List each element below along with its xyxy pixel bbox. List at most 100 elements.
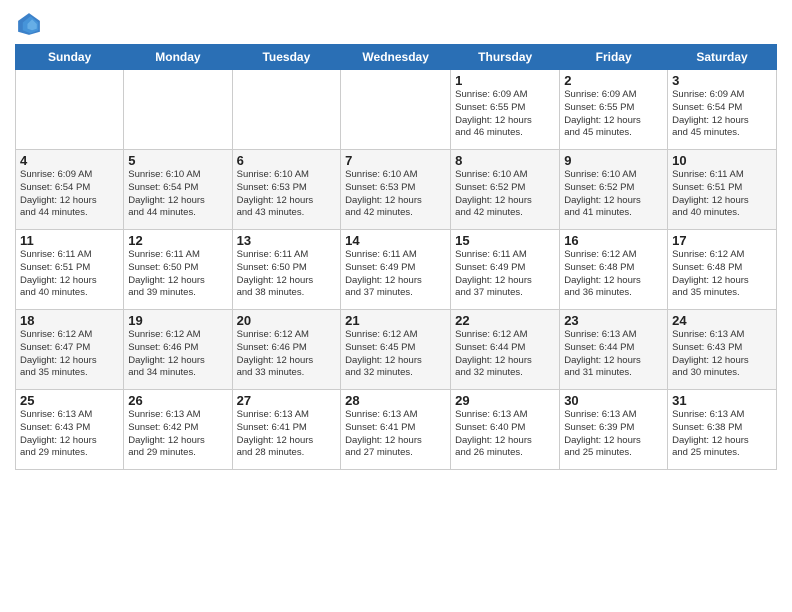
day-cell: 6Sunrise: 6:10 AM Sunset: 6:53 PM Daylig… (232, 150, 341, 230)
day-info: Sunrise: 6:11 AM Sunset: 6:50 PM Dayligh… (128, 249, 227, 300)
day-number: 10 (672, 153, 772, 168)
day-number: 7 (345, 153, 446, 168)
day-number: 27 (237, 393, 337, 408)
col-header-saturday: Saturday (668, 45, 777, 70)
header (15, 10, 777, 38)
day-cell (232, 70, 341, 150)
week-row-2: 4Sunrise: 6:09 AM Sunset: 6:54 PM Daylig… (16, 150, 777, 230)
day-info: Sunrise: 6:12 AM Sunset: 6:48 PM Dayligh… (672, 249, 772, 300)
day-cell: 31Sunrise: 6:13 AM Sunset: 6:38 PM Dayli… (668, 390, 777, 470)
day-info: Sunrise: 6:10 AM Sunset: 6:54 PM Dayligh… (128, 169, 227, 220)
day-cell: 19Sunrise: 6:12 AM Sunset: 6:46 PM Dayli… (124, 310, 232, 390)
day-cell: 7Sunrise: 6:10 AM Sunset: 6:53 PM Daylig… (341, 150, 451, 230)
day-cell: 4Sunrise: 6:09 AM Sunset: 6:54 PM Daylig… (16, 150, 124, 230)
day-number: 21 (345, 313, 446, 328)
col-header-friday: Friday (560, 45, 668, 70)
col-header-tuesday: Tuesday (232, 45, 341, 70)
week-row-1: 1Sunrise: 6:09 AM Sunset: 6:55 PM Daylig… (16, 70, 777, 150)
day-number: 28 (345, 393, 446, 408)
col-header-thursday: Thursday (451, 45, 560, 70)
day-cell: 9Sunrise: 6:10 AM Sunset: 6:52 PM Daylig… (560, 150, 668, 230)
day-cell: 3Sunrise: 6:09 AM Sunset: 6:54 PM Daylig… (668, 70, 777, 150)
day-info: Sunrise: 6:09 AM Sunset: 6:54 PM Dayligh… (20, 169, 119, 220)
day-cell: 18Sunrise: 6:12 AM Sunset: 6:47 PM Dayli… (16, 310, 124, 390)
day-info: Sunrise: 6:13 AM Sunset: 6:41 PM Dayligh… (345, 409, 446, 460)
day-info: Sunrise: 6:11 AM Sunset: 6:51 PM Dayligh… (672, 169, 772, 220)
day-number: 5 (128, 153, 227, 168)
day-cell: 28Sunrise: 6:13 AM Sunset: 6:41 PM Dayli… (341, 390, 451, 470)
day-number: 8 (455, 153, 555, 168)
day-number: 3 (672, 73, 772, 88)
day-info: Sunrise: 6:09 AM Sunset: 6:55 PM Dayligh… (455, 89, 555, 140)
day-cell: 23Sunrise: 6:13 AM Sunset: 6:44 PM Dayli… (560, 310, 668, 390)
day-number: 2 (564, 73, 663, 88)
day-number: 30 (564, 393, 663, 408)
day-number: 23 (564, 313, 663, 328)
week-row-5: 25Sunrise: 6:13 AM Sunset: 6:43 PM Dayli… (16, 390, 777, 470)
day-info: Sunrise: 6:12 AM Sunset: 6:45 PM Dayligh… (345, 329, 446, 380)
day-cell: 13Sunrise: 6:11 AM Sunset: 6:50 PM Dayli… (232, 230, 341, 310)
day-number: 19 (128, 313, 227, 328)
day-cell: 15Sunrise: 6:11 AM Sunset: 6:49 PM Dayli… (451, 230, 560, 310)
day-info: Sunrise: 6:09 AM Sunset: 6:55 PM Dayligh… (564, 89, 663, 140)
day-number: 31 (672, 393, 772, 408)
col-header-sunday: Sunday (16, 45, 124, 70)
day-cell: 14Sunrise: 6:11 AM Sunset: 6:49 PM Dayli… (341, 230, 451, 310)
day-info: Sunrise: 6:12 AM Sunset: 6:46 PM Dayligh… (128, 329, 227, 380)
day-info: Sunrise: 6:10 AM Sunset: 6:53 PM Dayligh… (237, 169, 337, 220)
day-info: Sunrise: 6:13 AM Sunset: 6:44 PM Dayligh… (564, 329, 663, 380)
day-cell: 22Sunrise: 6:12 AM Sunset: 6:44 PM Dayli… (451, 310, 560, 390)
page: SundayMondayTuesdayWednesdayThursdayFrid… (0, 0, 792, 612)
day-number: 12 (128, 233, 227, 248)
day-cell (341, 70, 451, 150)
day-cell: 1Sunrise: 6:09 AM Sunset: 6:55 PM Daylig… (451, 70, 560, 150)
day-number: 25 (20, 393, 119, 408)
logo (15, 10, 47, 38)
day-number: 13 (237, 233, 337, 248)
col-header-wednesday: Wednesday (341, 45, 451, 70)
day-info: Sunrise: 6:10 AM Sunset: 6:52 PM Dayligh… (455, 169, 555, 220)
day-number: 15 (455, 233, 555, 248)
day-info: Sunrise: 6:13 AM Sunset: 6:39 PM Dayligh… (564, 409, 663, 460)
day-number: 4 (20, 153, 119, 168)
day-cell: 25Sunrise: 6:13 AM Sunset: 6:43 PM Dayli… (16, 390, 124, 470)
day-info: Sunrise: 6:09 AM Sunset: 6:54 PM Dayligh… (672, 89, 772, 140)
day-number: 14 (345, 233, 446, 248)
day-cell: 24Sunrise: 6:13 AM Sunset: 6:43 PM Dayli… (668, 310, 777, 390)
day-cell: 2Sunrise: 6:09 AM Sunset: 6:55 PM Daylig… (560, 70, 668, 150)
day-number: 1 (455, 73, 555, 88)
day-info: Sunrise: 6:13 AM Sunset: 6:41 PM Dayligh… (237, 409, 337, 460)
day-info: Sunrise: 6:10 AM Sunset: 6:53 PM Dayligh… (345, 169, 446, 220)
logo-icon (15, 10, 43, 38)
day-cell: 17Sunrise: 6:12 AM Sunset: 6:48 PM Dayli… (668, 230, 777, 310)
day-info: Sunrise: 6:12 AM Sunset: 6:46 PM Dayligh… (237, 329, 337, 380)
day-info: Sunrise: 6:12 AM Sunset: 6:47 PM Dayligh… (20, 329, 119, 380)
day-cell: 29Sunrise: 6:13 AM Sunset: 6:40 PM Dayli… (451, 390, 560, 470)
day-cell: 26Sunrise: 6:13 AM Sunset: 6:42 PM Dayli… (124, 390, 232, 470)
day-cell (124, 70, 232, 150)
day-cell (16, 70, 124, 150)
day-info: Sunrise: 6:11 AM Sunset: 6:50 PM Dayligh… (237, 249, 337, 300)
day-cell: 10Sunrise: 6:11 AM Sunset: 6:51 PM Dayli… (668, 150, 777, 230)
day-info: Sunrise: 6:11 AM Sunset: 6:51 PM Dayligh… (20, 249, 119, 300)
day-number: 29 (455, 393, 555, 408)
col-header-monday: Monday (124, 45, 232, 70)
week-row-3: 11Sunrise: 6:11 AM Sunset: 6:51 PM Dayli… (16, 230, 777, 310)
day-number: 16 (564, 233, 663, 248)
week-row-4: 18Sunrise: 6:12 AM Sunset: 6:47 PM Dayli… (16, 310, 777, 390)
day-number: 17 (672, 233, 772, 248)
day-info: Sunrise: 6:13 AM Sunset: 6:42 PM Dayligh… (128, 409, 227, 460)
day-number: 22 (455, 313, 555, 328)
day-info: Sunrise: 6:13 AM Sunset: 6:38 PM Dayligh… (672, 409, 772, 460)
day-cell: 21Sunrise: 6:12 AM Sunset: 6:45 PM Dayli… (341, 310, 451, 390)
day-info: Sunrise: 6:11 AM Sunset: 6:49 PM Dayligh… (455, 249, 555, 300)
day-number: 20 (237, 313, 337, 328)
day-number: 24 (672, 313, 772, 328)
day-cell: 8Sunrise: 6:10 AM Sunset: 6:52 PM Daylig… (451, 150, 560, 230)
day-cell: 12Sunrise: 6:11 AM Sunset: 6:50 PM Dayli… (124, 230, 232, 310)
day-info: Sunrise: 6:12 AM Sunset: 6:44 PM Dayligh… (455, 329, 555, 380)
day-number: 6 (237, 153, 337, 168)
day-cell: 16Sunrise: 6:12 AM Sunset: 6:48 PM Dayli… (560, 230, 668, 310)
day-cell: 20Sunrise: 6:12 AM Sunset: 6:46 PM Dayli… (232, 310, 341, 390)
day-info: Sunrise: 6:11 AM Sunset: 6:49 PM Dayligh… (345, 249, 446, 300)
